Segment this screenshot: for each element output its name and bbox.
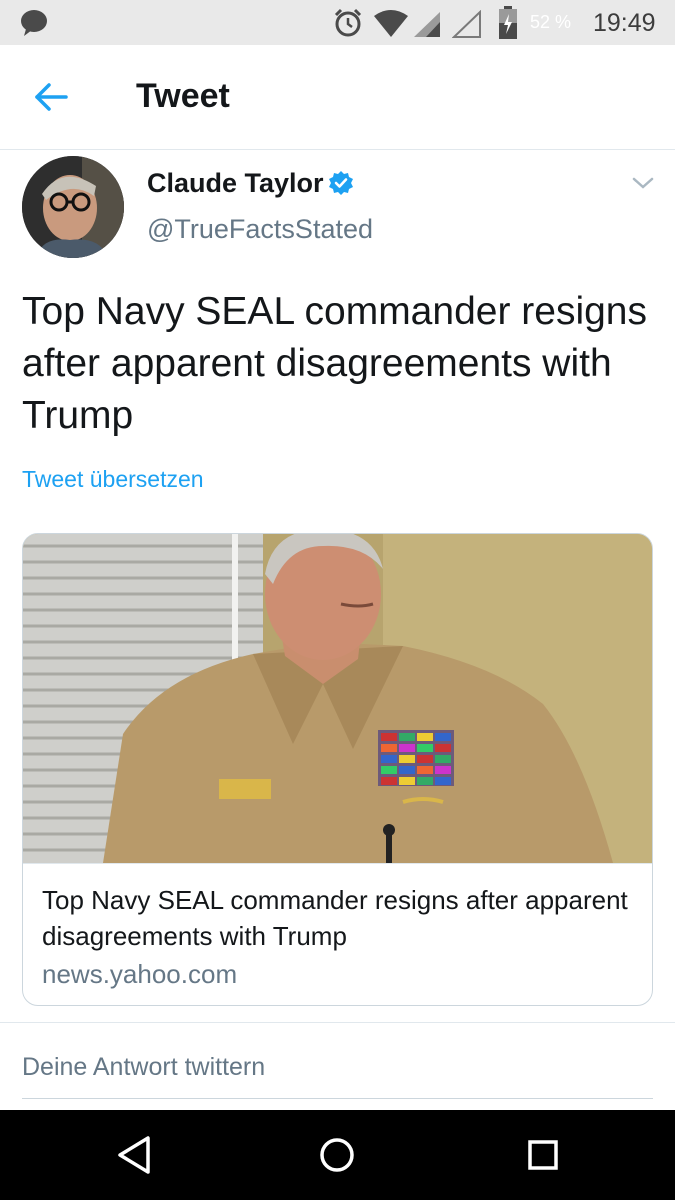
verified-badge-icon: [329, 171, 353, 195]
chevron-down-icon[interactable]: [630, 174, 656, 192]
divider: [0, 1022, 675, 1023]
signal-icon: [414, 12, 440, 37]
author-name[interactable]: Claude Taylor: [147, 168, 324, 199]
status-bar: 52 % 19:49: [0, 0, 675, 45]
avatar[interactable]: [22, 156, 124, 258]
reply-input[interactable]: Deine Antwort twittern: [22, 1053, 265, 1082]
battery-percent: 52 %: [530, 12, 572, 32]
reply-underline: [22, 1098, 653, 1099]
back-button[interactable]: [28, 77, 78, 117]
card-body: Top Navy SEAL commander resigns after ap…: [23, 863, 652, 1005]
tweet-text: Top Navy SEAL commander resigns after ap…: [22, 290, 647, 437]
card-image: [23, 534, 652, 863]
wifi-icon: [374, 10, 408, 37]
link-card[interactable]: Top Navy SEAL commander resigns after ap…: [22, 533, 653, 1006]
alarm-icon: [334, 8, 362, 37]
home-circle-icon[interactable]: [312, 1130, 362, 1180]
app-bar: Tweet: [0, 45, 675, 150]
recents-square-icon[interactable]: [518, 1130, 568, 1180]
clock: 19:49: [593, 9, 656, 37]
arrow-left-icon: [35, 83, 68, 111]
chat-notification-icon: [20, 9, 50, 42]
battery-icon: [499, 6, 517, 39]
card-title: Top Navy SEAL commander resigns after ap…: [42, 885, 628, 951]
page-title: Tweet: [136, 77, 230, 115]
back-triangle-icon[interactable]: [112, 1130, 162, 1180]
card-domain: news.yahoo.com: [42, 959, 238, 989]
system-nav-bar: [0, 1110, 675, 1200]
translate-tweet-link[interactable]: Tweet übersetzen: [22, 466, 204, 493]
signal-empty-icon: [452, 10, 481, 38]
author-handle[interactable]: @TrueFactsStated: [147, 214, 373, 245]
